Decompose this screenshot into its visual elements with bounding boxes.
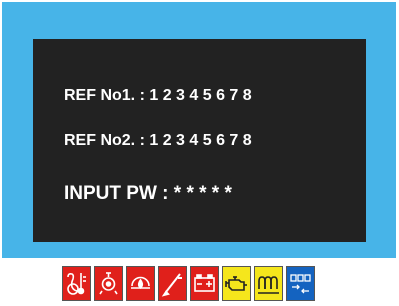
low-fuel-level-icon: [158, 266, 187, 301]
indicator-bar: [62, 266, 315, 302]
battery-charge-icon: [190, 266, 219, 301]
oil-pressure-icon: [94, 266, 123, 301]
input-password-value[interactable]: * * * * *: [174, 183, 232, 204]
ref-no2-row: REF No2. : 1 2 3 4 5 6 7 8: [64, 132, 252, 150]
display-frame: REF No1. : 1 2 3 4 5 6 7 8 REF No2. : 1 …: [2, 2, 396, 258]
ref-no2-value: 1 2 3 4 5 6 7 8: [149, 132, 252, 149]
lcd-screen: REF No1. : 1 2 3 4 5 6 7 8 REF No2. : 1 …: [33, 39, 366, 242]
check-engine-icon: [222, 266, 251, 301]
ref-no2-label: REF No2. :: [64, 132, 145, 149]
communication-icon: [286, 266, 315, 301]
coolant-temperature-icon: [62, 266, 91, 301]
input-password-label: INPUT PW :: [64, 183, 169, 204]
fuel-pressure-icon: [126, 266, 155, 301]
ref-no1-label: REF No1. :: [64, 87, 145, 104]
input-password-row[interactable]: INPUT PW : * * * * *: [64, 183, 232, 205]
ref-no1-row: REF No1. : 1 2 3 4 5 6 7 8: [64, 87, 252, 105]
glow-plug-icon: [254, 266, 283, 301]
ref-no1-value: 1 2 3 4 5 6 7 8: [149, 87, 252, 104]
